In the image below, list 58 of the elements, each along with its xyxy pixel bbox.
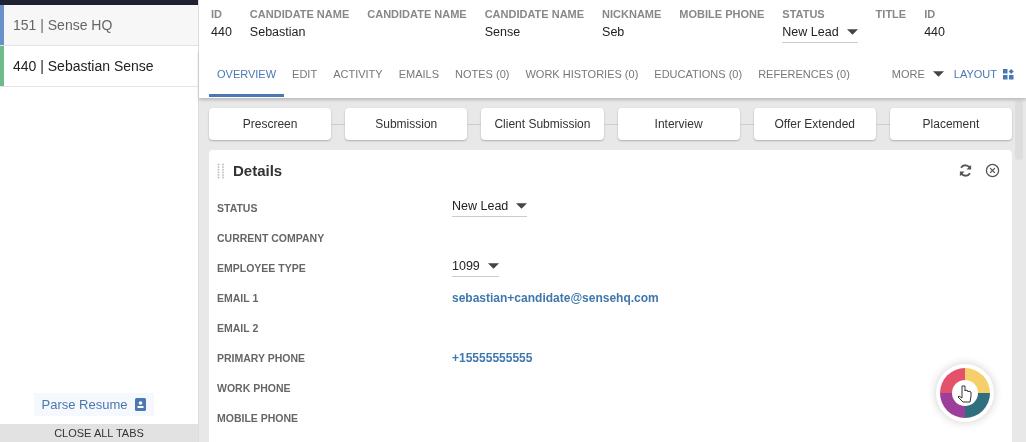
- contact-link[interactable]: +15555555555: [452, 351, 533, 365]
- field-label: CANDIDATE NAME: [484, 8, 585, 20]
- field-label: MOBILE PHONE: [679, 8, 765, 20]
- tab[interactable]: NOTES (0): [447, 51, 518, 97]
- pipeline-stage[interactable]: Offer Extended: [753, 108, 876, 140]
- parse-resume-button[interactable]: Parse Resume: [33, 393, 155, 416]
- field-label: STATUS: [782, 8, 826, 20]
- field-value: Seb: [602, 25, 626, 39]
- tab[interactable]: EMAILS: [390, 51, 448, 97]
- field-label: MOBILE PHONE: [217, 412, 300, 424]
- field-label: TITLE: [875, 8, 907, 20]
- layout-button[interactable]: LAYOUT: [953, 68, 1014, 80]
- contact-link[interactable]: sebastian+candidate@sensehq.com: [452, 291, 659, 305]
- caret-icon: [932, 71, 944, 77]
- tab[interactable]: EDUCATIONS (0): [646, 51, 751, 97]
- field-value: 440: [924, 25, 946, 39]
- field-label: ID: [924, 8, 937, 20]
- field-label: PRIMARY PHONE: [217, 352, 307, 364]
- record-tab[interactable]: 151 | Sense HQ: [0, 5, 198, 46]
- refresh-icon[interactable]: [958, 163, 973, 178]
- field-value: Sense: [484, 25, 522, 39]
- caret-icon: [846, 29, 858, 35]
- field-label: STATUS: [217, 202, 259, 214]
- tab[interactable]: EDIT: [284, 51, 326, 97]
- tab[interactable]: ACTIVITY: [325, 51, 391, 97]
- pipeline-stage[interactable]: Client Submission: [481, 108, 604, 140]
- field-label: WORK PHONE: [217, 382, 292, 394]
- field-value: 440: [211, 25, 232, 39]
- caret-icon: [487, 263, 499, 269]
- pipeline-stage[interactable]: Prescreen: [209, 108, 332, 140]
- pipeline-stage[interactable]: Submission: [345, 108, 468, 140]
- tab[interactable]: REFERENCES (0): [750, 51, 858, 97]
- grid-icon: [1003, 68, 1014, 80]
- tab[interactable]: WORK HISTORIES (0): [517, 51, 647, 97]
- scrollbar[interactable]: [1015, 100, 1023, 160]
- close-icon[interactable]: [985, 163, 1000, 178]
- dropdown-field[interactable]: New Lead: [452, 199, 528, 217]
- card-title: Details: [233, 162, 283, 179]
- field-label: CURRENT COMPANY: [217, 232, 326, 244]
- field-label: CANDIDATE NAME: [249, 8, 350, 20]
- pipeline-stage[interactable]: Placement: [889, 108, 1013, 140]
- field-label: CANDIDATE NAME: [367, 8, 467, 20]
- dropdown-field[interactable]: 1099: [452, 259, 499, 277]
- document-icon: [135, 398, 147, 411]
- field-label: NICKNAME: [602, 8, 662, 20]
- tab[interactable]: OVERVIEW: [209, 51, 285, 97]
- field-label: EMAIL 1: [217, 292, 260, 304]
- status-dropdown[interactable]: New Lead: [782, 25, 858, 43]
- record-tab[interactable]: 440 | Sebastian Sense: [0, 46, 198, 87]
- field-label: EMPLOYEE TYPE: [217, 262, 307, 274]
- drag-handle-icon[interactable]: [217, 162, 225, 179]
- caret-icon: [516, 203, 528, 209]
- field-label: ID: [211, 8, 223, 20]
- pipeline-stage[interactable]: Interview: [617, 108, 740, 140]
- more-menu[interactable]: MORE: [891, 68, 944, 80]
- close-all-tabs-button[interactable]: CLOSE ALL TABS: [0, 424, 198, 442]
- field-label: EMAIL 2: [217, 322, 260, 334]
- field-value: Sebastian: [249, 25, 307, 39]
